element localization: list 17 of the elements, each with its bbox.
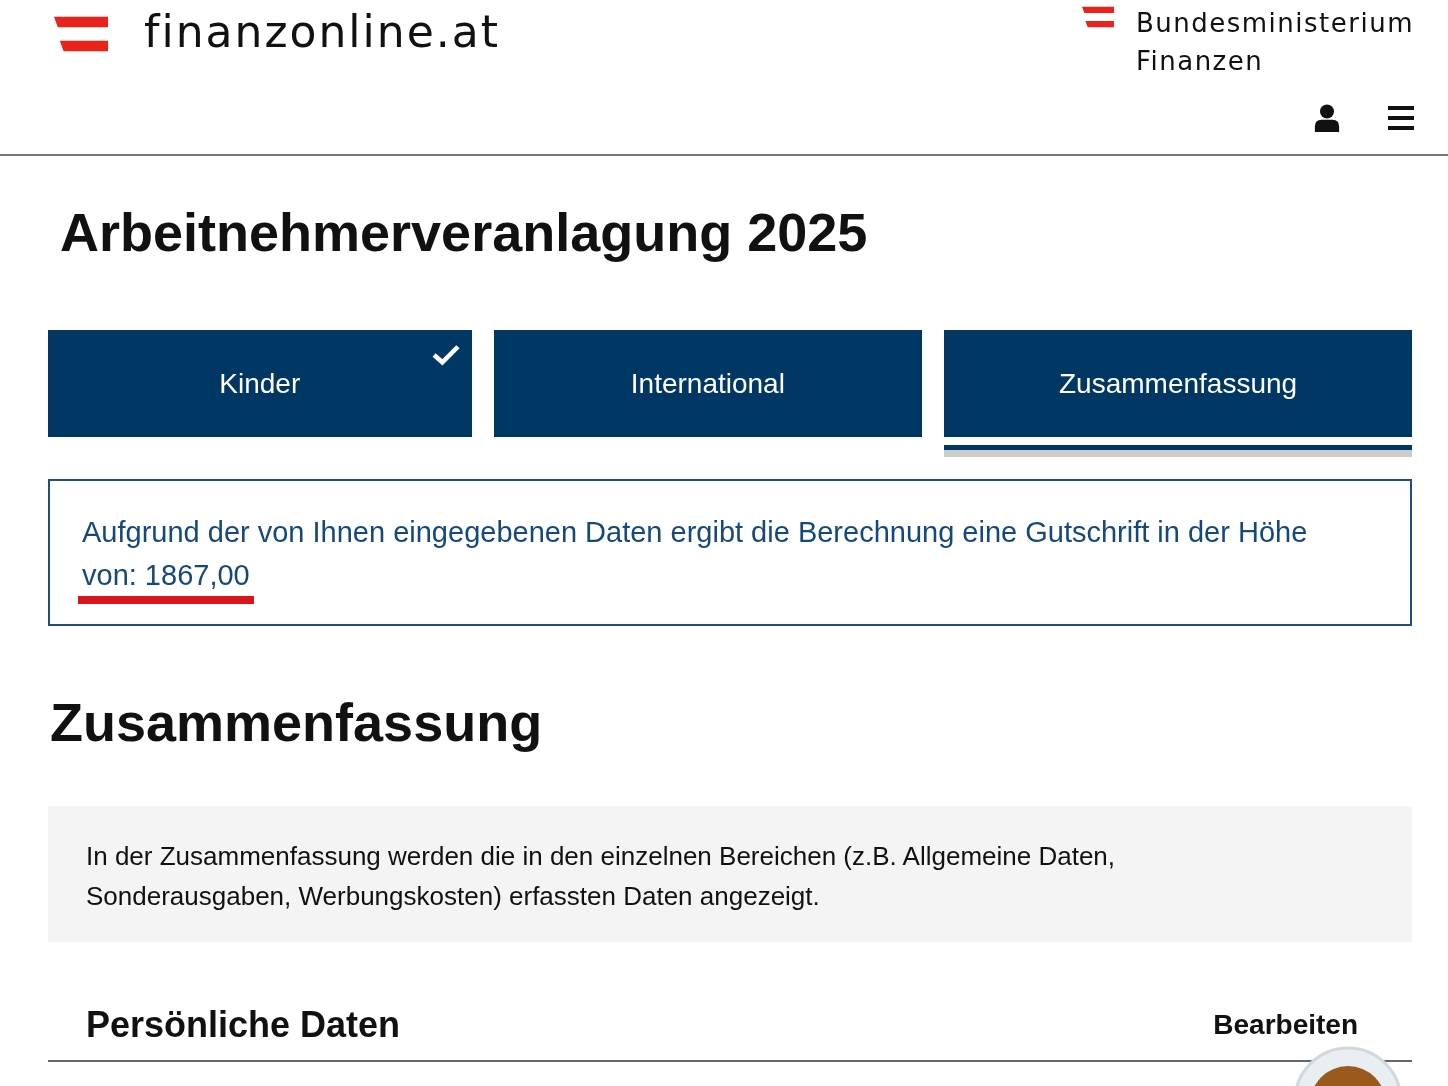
info-text: In der Zusammenfassung werden die in den einzelnen Bereichen (z.B. Allgemeine Daten, Sonderausgaben, Werbungskosten) erfassten Daten angezeigt. bbox=[86, 840, 1117, 913]
avatar-button[interactable] bbox=[1293, 1046, 1403, 1086]
check-icon bbox=[431, 344, 460, 366]
flag-logo-icon bbox=[54, 16, 108, 52]
section-heading: Persönliche Daten bbox=[86, 1004, 401, 1046]
menu-icon[interactable] bbox=[1388, 104, 1414, 132]
step-tab[interactable]: Zusammenfassung bbox=[944, 330, 1412, 437]
edit-link[interactable]: Bearbeiten bbox=[1213, 1009, 1358, 1041]
user-icon[interactable] bbox=[1314, 104, 1340, 132]
page-title: Arbeitnehmerveranlagung 2025 bbox=[60, 201, 869, 264]
ministry-name: Finanzen bbox=[1135, 45, 1265, 78]
ministry-name: Bundesministerium bbox=[1135, 7, 1414, 40]
site-name[interactable]: finanzonline.at bbox=[144, 10, 500, 54]
flag-logo-icon bbox=[1081, 6, 1114, 28]
section-title: Zusammenfassung bbox=[50, 691, 544, 754]
step-tab[interactable]: Kinder bbox=[48, 330, 472, 437]
step-tab[interactable]: International bbox=[493, 330, 923, 437]
